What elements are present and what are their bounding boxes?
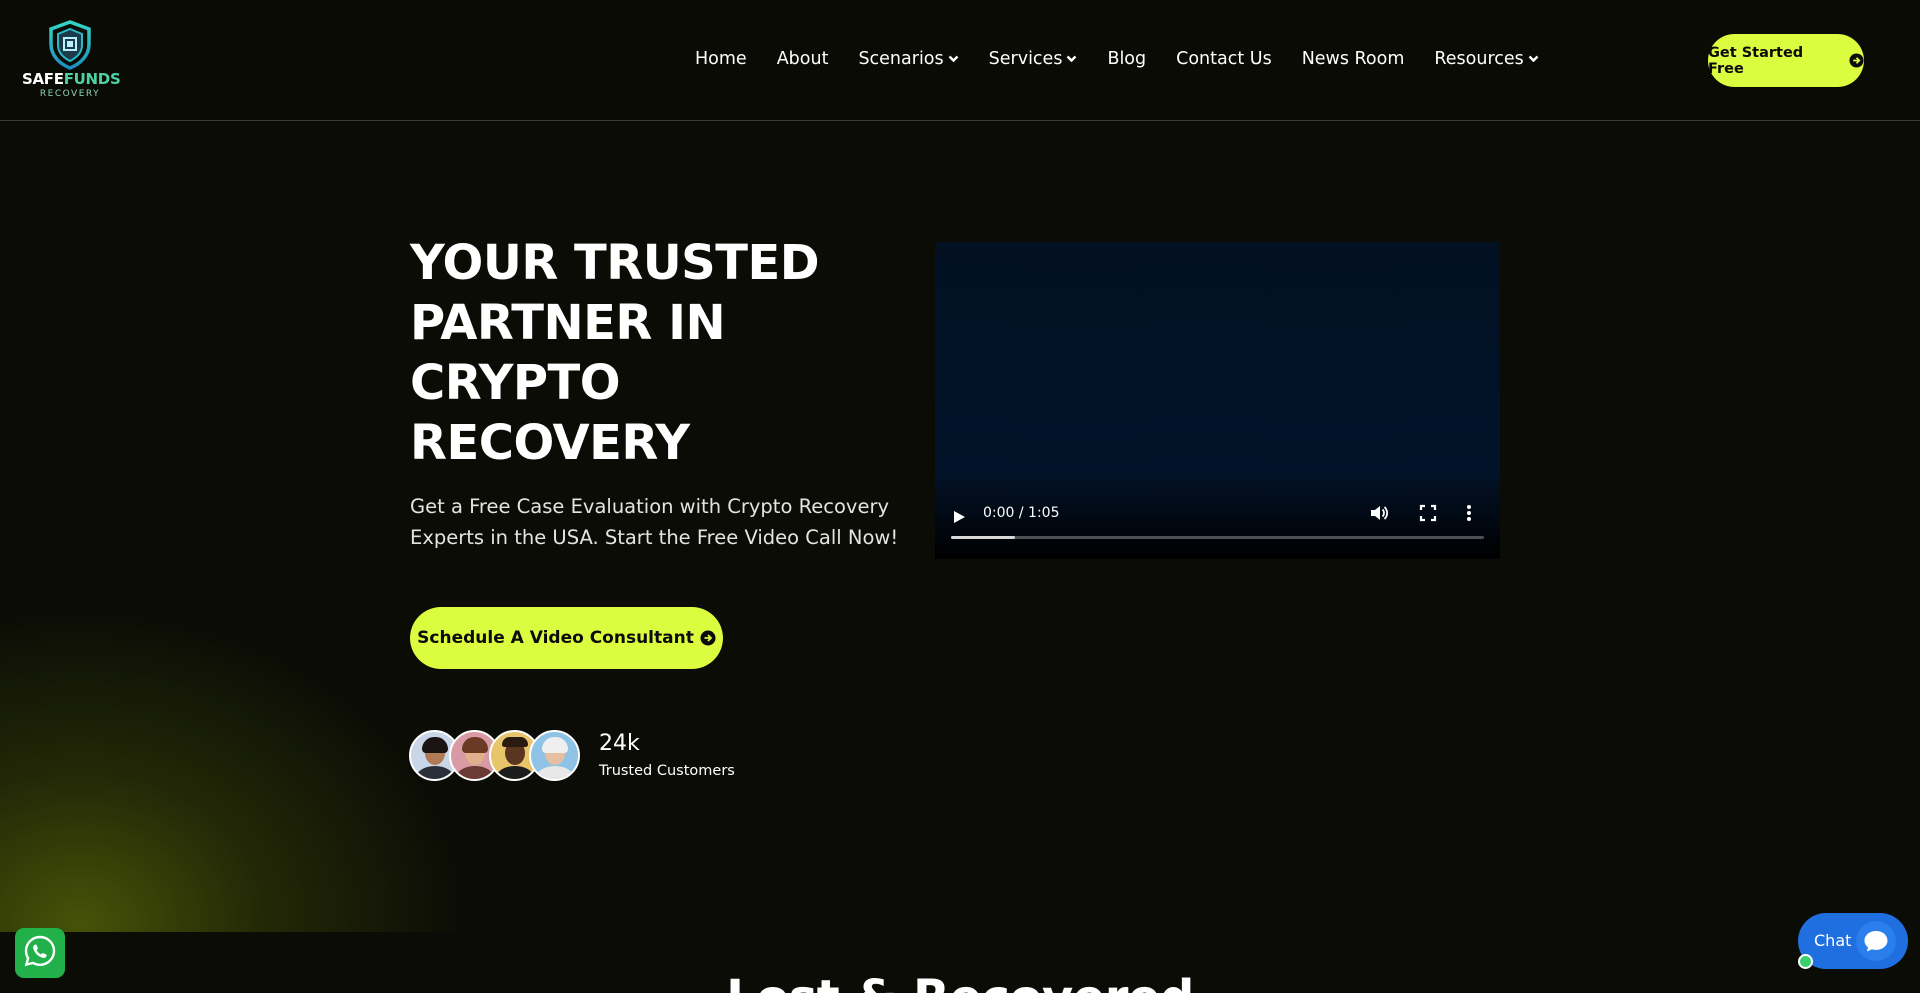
fullscreen-icon[interactable]	[1419, 504, 1437, 526]
get-started-button[interactable]: Get Started Free	[1708, 34, 1864, 87]
chat-bubble-icon	[1856, 921, 1896, 961]
logo-subtitle: RECOVERY	[39, 89, 101, 99]
play-icon[interactable]	[953, 509, 966, 528]
chevron-down-icon	[948, 55, 959, 63]
chevron-down-icon	[1066, 55, 1077, 63]
whatsapp-button[interactable]	[15, 928, 65, 978]
hero-subtitle: Get a Free Case Evaluation with Crypto R…	[410, 495, 899, 549]
avatar	[529, 730, 580, 781]
video-player[interactable]: 0:00 / 1:05	[935, 242, 1500, 559]
nav-blog[interactable]: Blog	[1107, 48, 1146, 70]
whatsapp-icon	[23, 934, 57, 972]
nav-scenarios[interactable]: Scenarios	[858, 48, 958, 70]
trusted-customers-label: Trusted Customers	[599, 763, 735, 779]
schedule-video-consultant-button[interactable]: Schedule A Video Consultant	[410, 607, 723, 669]
logo[interactable]: SAFEFUNDS RECOVERY	[22, 20, 121, 102]
nav-about[interactable]: About	[777, 48, 829, 70]
main-nav: Home About Scenarios Services Blog Conta…	[695, 48, 1539, 70]
more-vertical-icon[interactable]	[1466, 503, 1472, 527]
volume-icon[interactable]	[1369, 503, 1389, 527]
arrow-right-circle-icon	[1849, 53, 1864, 68]
video-buffer-bar	[951, 536, 1015, 539]
shield-logo-icon	[49, 20, 91, 70]
get-started-label: Get Started Free	[1708, 44, 1804, 77]
online-status-dot	[1798, 954, 1813, 969]
video-progress-track[interactable]	[951, 536, 1484, 539]
next-section-heading: Lost & Recovered	[0, 970, 1920, 993]
trusted-customers-count: 24k	[599, 731, 640, 756]
nav-services[interactable]: Services	[989, 48, 1078, 70]
nav-contact-us[interactable]: Contact Us	[1176, 48, 1272, 70]
hero-title: YOUR TRUSTED PARTNER IN CRYPTO RECOVERY	[410, 235, 820, 471]
schedule-button-label: Schedule A Video Consultant	[417, 628, 694, 648]
logo-wordmark: SAFEFUNDS	[22, 70, 121, 88]
video-time: 0:00 / 1:05	[983, 505, 1060, 521]
nav-resources[interactable]: Resources	[1434, 48, 1539, 70]
chat-label: Chat	[1814, 931, 1852, 950]
chevron-down-icon	[1528, 55, 1539, 63]
customer-avatars	[409, 730, 581, 782]
nav-news-room[interactable]: News Room	[1302, 48, 1405, 70]
next-section: Lost & Recovered	[0, 933, 1920, 993]
chat-widget-button[interactable]: Chat	[1798, 913, 1908, 969]
nav-home[interactable]: Home	[695, 48, 747, 70]
arrow-right-circle-icon	[700, 630, 716, 646]
site-header: SAFEFUNDS RECOVERY Home About Scenarios …	[0, 0, 1920, 121]
